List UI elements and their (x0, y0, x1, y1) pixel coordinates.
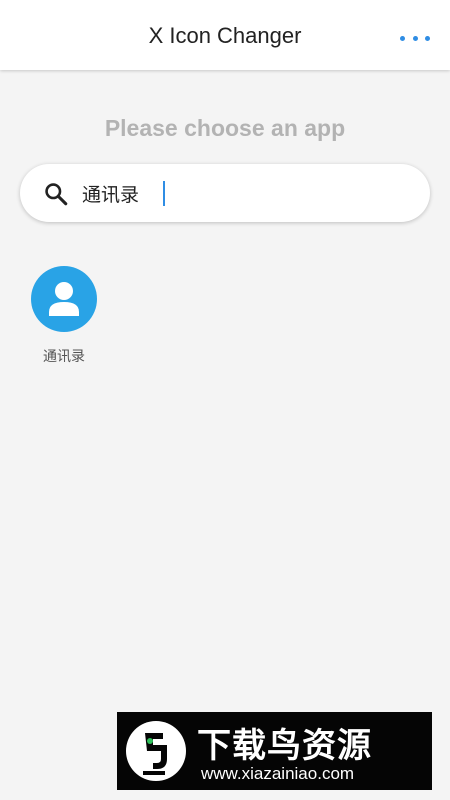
choose-app-prompt: Please choose an app (104, 115, 346, 141)
watermark-title: 下载鸟资源 (197, 726, 372, 766)
app-title: X Icon Changer (148, 23, 302, 48)
watermark-url: www.xiazainiao.com (201, 764, 355, 783)
app-bar: X Icon Changer (0, 0, 450, 70)
bird-logo-icon (126, 721, 186, 781)
search-icon (45, 183, 68, 206)
search-box[interactable] (20, 164, 430, 222)
more-horizontal-icon (400, 35, 405, 41)
watermark-banner: 下载鸟资源 www.xiazainiao.com (117, 712, 432, 790)
more-horizontal-icon-dot (412, 35, 418, 41)
app-item-contacts[interactable]: 通讯录 (28, 264, 100, 365)
contacts-person-icon (31, 266, 97, 332)
search-input[interactable] (82, 178, 402, 208)
more-menu-button[interactable] (400, 34, 430, 42)
more-horizontal-icon-dot (425, 35, 430, 41)
text-cursor (163, 181, 165, 206)
app-label: 通讯录 (43, 349, 85, 365)
